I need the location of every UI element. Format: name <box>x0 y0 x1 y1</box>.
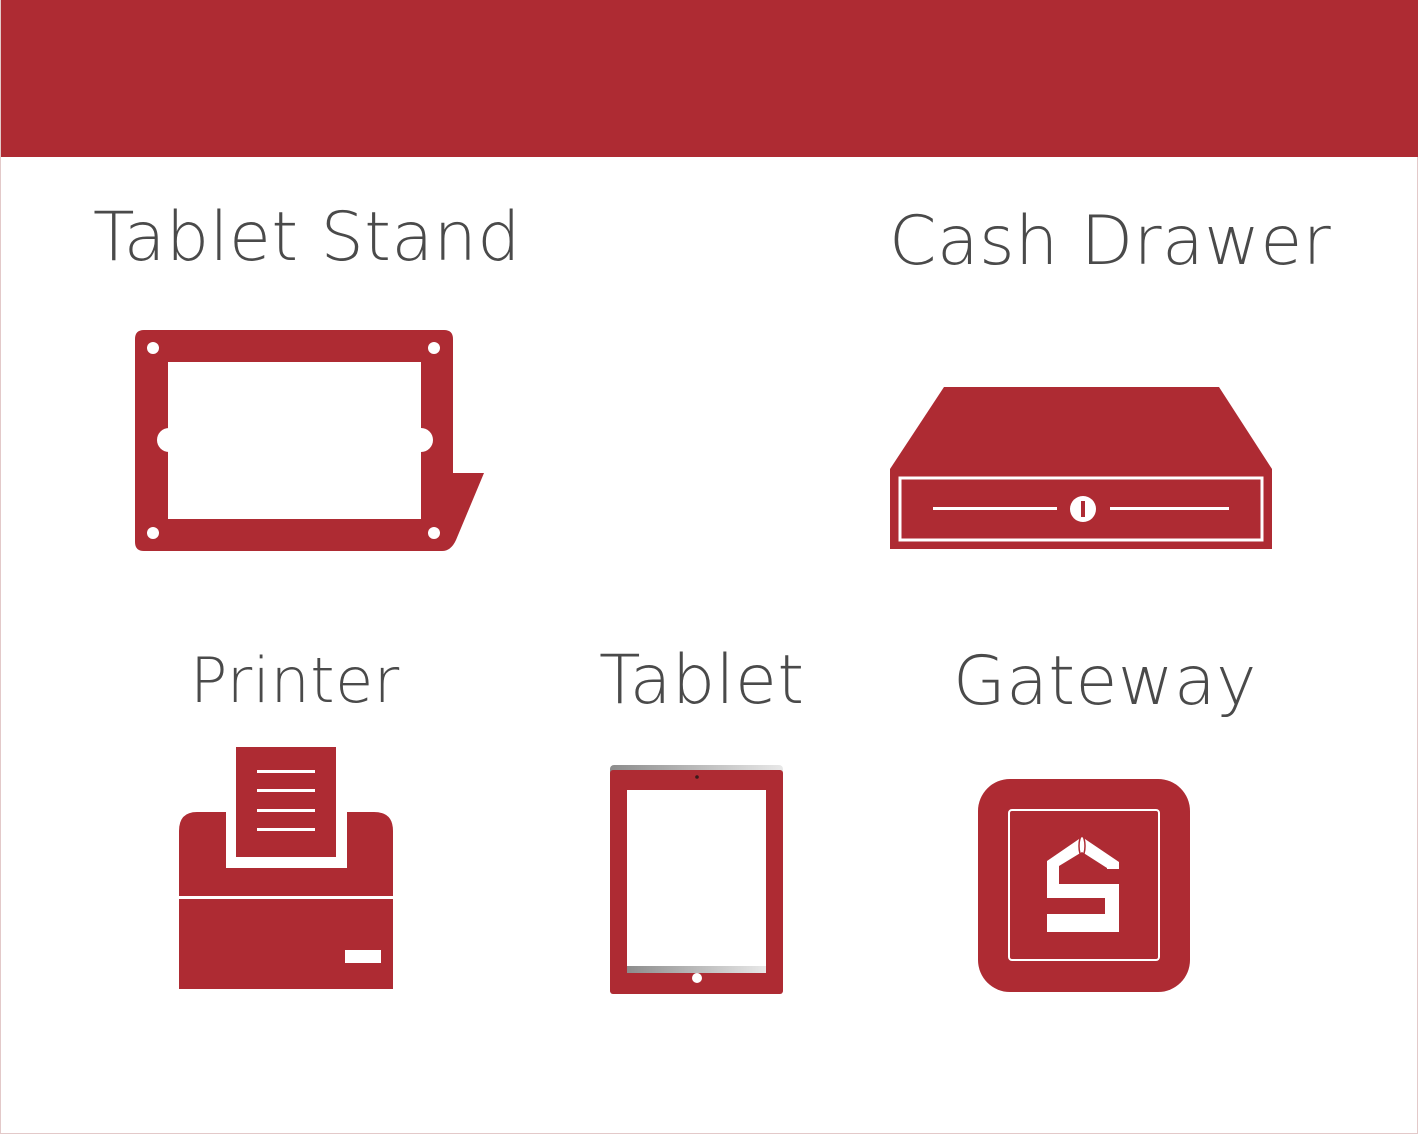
printer-icon <box>179 747 393 989</box>
gateway-icon <box>978 779 1190 992</box>
header-bar <box>1 0 1418 157</box>
tablet-icon <box>610 765 783 994</box>
cash-drawer-icon <box>890 387 1272 549</box>
tablet-stand-icon <box>135 330 484 551</box>
cash-drawer-label: Cash Drawer <box>889 202 1332 281</box>
gateway-label: Gateway <box>953 642 1257 721</box>
printer-label: Printer <box>190 644 400 717</box>
page: Tablet Stand Cash Drawer Printer Tablet … <box>0 0 1418 1134</box>
tablet-label: Tablet <box>599 641 805 720</box>
tablet-stand-label: Tablet Stand <box>93 198 521 277</box>
